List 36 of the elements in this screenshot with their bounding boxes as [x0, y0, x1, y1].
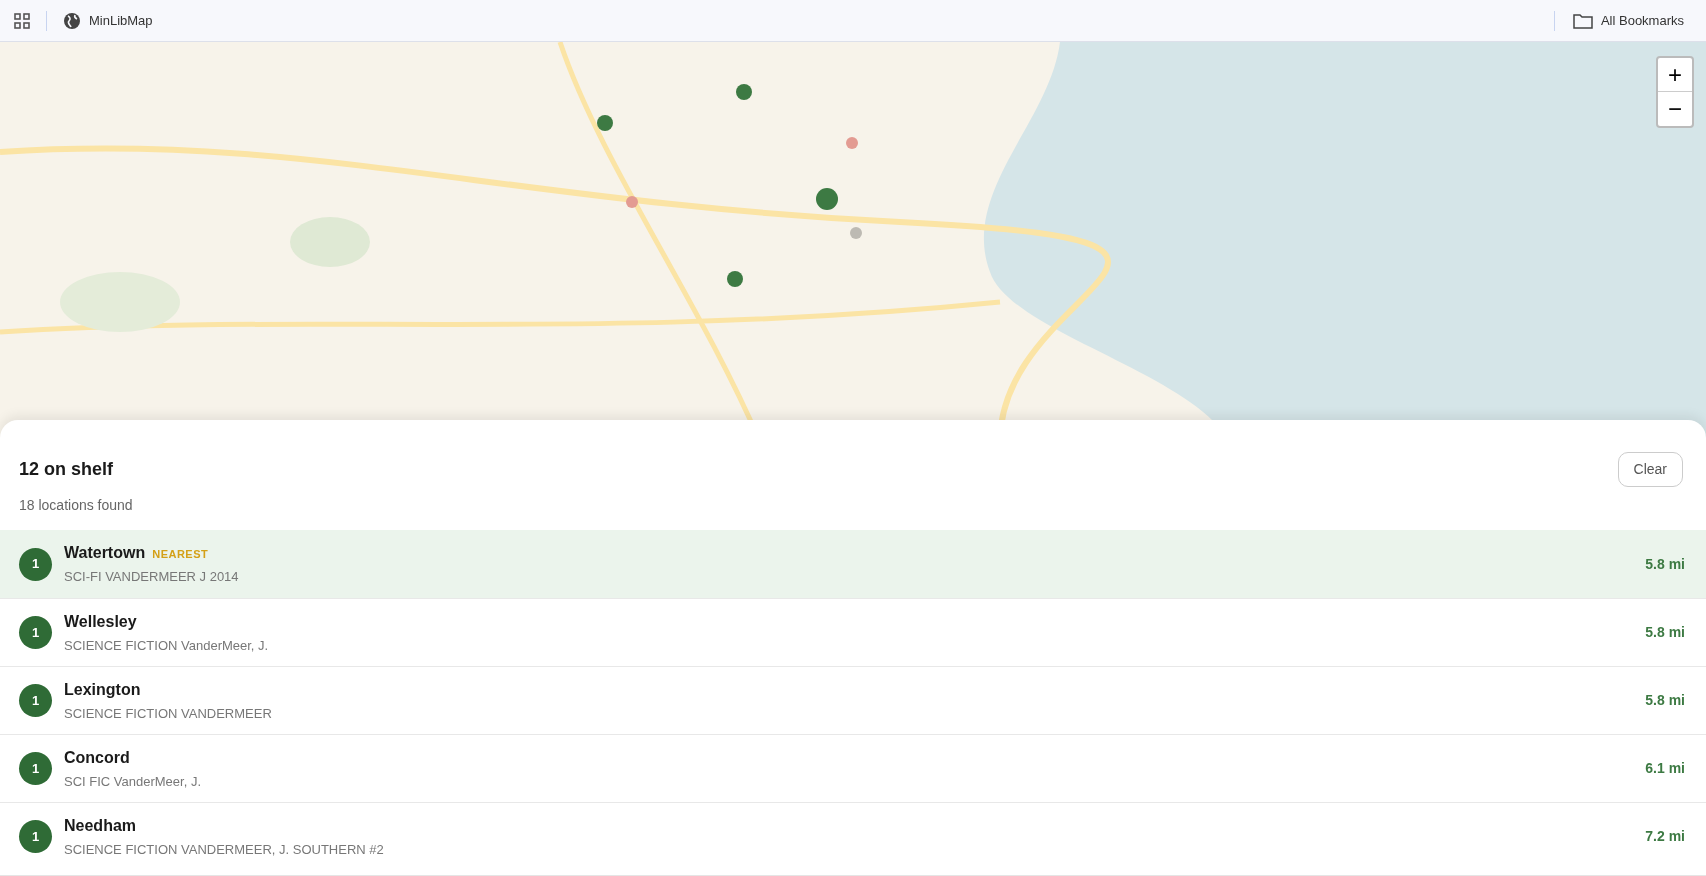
count-badge: 1: [19, 684, 52, 717]
bookmark-link[interactable]: MinLibMap: [63, 10, 153, 31]
result-row[interactable]: 1 Concord SCI FIC VanderMeer, J. 6.1 mi: [0, 734, 1706, 802]
zoom-out-button[interactable]: −: [1658, 92, 1692, 126]
result-row[interactable]: 1 Lexington SCIENCE FICTION VANDERMEER 5.8 mi: [0, 666, 1706, 734]
call-number: SCIENCE FICTION VanderMeer, J.: [64, 636, 270, 655]
call-number: SCIENCE FICTION VANDERMEER: [64, 704, 273, 723]
clear-button[interactable]: Clear: [1617, 452, 1683, 487]
result-row[interactable]: 1 Watertown NEAREST SCI-FI VANDERMEER J 2014 5.8 mi: [0, 530, 1706, 598]
count-badge: 1: [19, 616, 52, 649]
nearest-tag: NEAREST: [152, 546, 209, 563]
branch-name: Lexington: [64, 679, 141, 700]
call-number: SCIENCE FICTION VANDERMEER, J. SOUTHERN #2: [64, 840, 385, 859]
distance: 5.8 mi: [1645, 554, 1685, 574]
branch-name: Needham: [64, 815, 137, 836]
folder-icon: [1572, 12, 1593, 29]
distance: 5.8 mi: [1645, 623, 1685, 642]
branch-name: Concord: [64, 747, 130, 768]
globe-icon: [63, 11, 81, 30]
bookmarks-folder[interactable]: All Bookmarks: [1572, 10, 1692, 31]
branch-name: Watertown: [64, 543, 146, 564]
zoom-in-button[interactable]: +: [1658, 58, 1692, 92]
call-number: SCI FIC VanderMeer, J.: [64, 772, 203, 791]
branch-name: Wellesley: [64, 611, 137, 632]
count-badge: 1: [19, 752, 52, 785]
results-count: 18 locations found: [19, 496, 134, 515]
call-number: SCI-FI VANDERMEER J 2014: [64, 568, 240, 587]
result-row[interactable]: 1 Wellesley SCIENCE FICTION VanderMeer, J. 5.8 mi: [0, 598, 1706, 666]
count-badge: 1: [19, 547, 52, 581]
result-row[interactable]: 1 Needham SCIENCE FICTION VANDERMEER, J. SOUTHERN #2 7.2 mi: [0, 802, 1706, 870]
count-badge: 1: [19, 820, 52, 853]
apps-grid-icon[interactable]: [14, 12, 30, 29]
distance: 6.1 mi: [1645, 759, 1685, 778]
distance: 7.2 mi: [1645, 827, 1685, 846]
distance: 5.8 mi: [1645, 691, 1685, 710]
results-title: 12 on shelf: [19, 458, 114, 481]
